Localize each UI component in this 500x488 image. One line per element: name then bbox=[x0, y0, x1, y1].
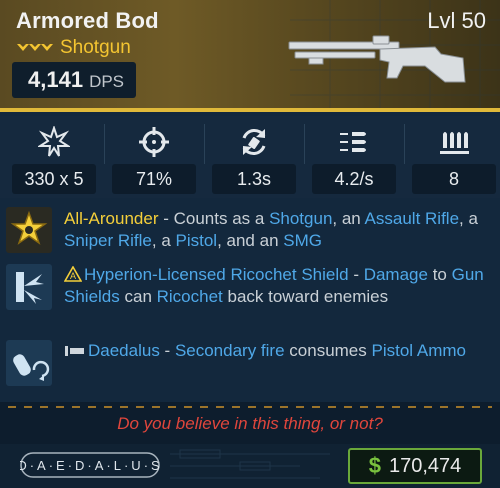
divider bbox=[304, 124, 305, 164]
chevrons-icon bbox=[17, 44, 53, 51]
divider bbox=[204, 124, 205, 164]
grenade-reload-icon bbox=[6, 340, 52, 386]
flavor-bar: Do you believe in this thing, or not? bbox=[0, 402, 500, 444]
manufacturer-logo: D·A·E·D·A·L·U·S bbox=[20, 452, 160, 478]
perk-keyword: Pistol Ammo bbox=[371, 341, 466, 360]
svg-text:A: A bbox=[70, 271, 76, 281]
perk-title: Daedalus bbox=[88, 341, 160, 360]
perk-text-segment: can bbox=[119, 287, 157, 306]
warning-triangle-icon: A bbox=[64, 266, 82, 282]
perk-keyword: Shotgun bbox=[269, 209, 333, 228]
perk-text-segment: , and an bbox=[217, 231, 284, 250]
perk-text-segment: back toward enemies bbox=[222, 287, 389, 306]
part-icon bbox=[65, 346, 84, 356]
reload-icon bbox=[242, 129, 266, 155]
weapon-type: Shotgun bbox=[60, 37, 131, 58]
perk-description: Daedalus - Secondary fire consumes Pisto… bbox=[64, 340, 484, 362]
crosshair-icon bbox=[139, 127, 169, 157]
perk-all-arounder: All-Arounder - Counts as a Shotgun, an A… bbox=[0, 204, 500, 258]
perk-text-segment: , a bbox=[459, 209, 478, 228]
stat-value: 71% bbox=[112, 164, 196, 194]
item-footer: D·A·E·D·A·L·U·S $ 170,474 bbox=[0, 444, 500, 488]
perk-text-segment: - bbox=[348, 265, 364, 284]
perk-text-segment: , an bbox=[332, 209, 365, 228]
stat-value: 8 bbox=[412, 164, 496, 194]
perk-keyword: Sniper Rifle bbox=[64, 231, 152, 250]
perk-keyword: Ricochet bbox=[156, 287, 223, 306]
svg-text:D·A·E·D·A·L·U·S: D·A·E·D·A·L·U·S bbox=[20, 458, 160, 473]
perks-list: All-Arounder - Counts as a Shotgun, an A… bbox=[0, 200, 500, 396]
perk-text-segment: - bbox=[159, 341, 175, 360]
perk-daedalus: Daedalus - Secondary fire consumes Pisto… bbox=[0, 338, 500, 392]
perk-text-segment: consumes bbox=[284, 341, 372, 360]
weapon-name: Armored Bod bbox=[16, 8, 159, 33]
price-box: $ 170,474 bbox=[348, 448, 482, 484]
perk-description: All-Arounder - Counts as a Shotgun, an A… bbox=[64, 208, 484, 252]
perk-keyword: SMG bbox=[283, 231, 322, 250]
perk-text-segment: , a bbox=[151, 231, 176, 250]
ammo-icon bbox=[440, 132, 469, 154]
stat-value: 330 x 5 bbox=[12, 164, 96, 194]
damage-burst-icon bbox=[38, 126, 70, 157]
weapon-level: Lvl 50 bbox=[427, 8, 486, 33]
perk-text-segment: - Counts as a bbox=[158, 209, 270, 228]
stats-row: 330 x 5 71% 1.3s 4.2/s 8 bbox=[0, 116, 500, 198]
star-shield-icon bbox=[6, 207, 52, 253]
stat-fire-rate: 4.2/s bbox=[308, 116, 400, 198]
ricochet-shield-icon bbox=[6, 264, 52, 310]
stat-value: 1.3s bbox=[212, 164, 296, 194]
divider bbox=[8, 406, 492, 408]
perk-keyword: Damage bbox=[363, 265, 428, 284]
stat-reload: 1.3s bbox=[208, 116, 300, 198]
perk-description: A Hyperion-Licensed Ricochet Shield - Da… bbox=[64, 264, 484, 308]
fire-rate-icon bbox=[340, 132, 366, 152]
flavor-text: Do you believe in this thing, or not? bbox=[117, 414, 383, 433]
stat-magazine: 8 bbox=[408, 116, 500, 198]
divider bbox=[104, 124, 105, 164]
dps-box: 4,141 DPS bbox=[12, 62, 136, 98]
perk-keyword: Secondary fire bbox=[174, 341, 285, 360]
rarity-row: Shotgun bbox=[16, 37, 131, 59]
price-value: 170,474 bbox=[388, 454, 462, 477]
shotgun-icon bbox=[288, 35, 466, 83]
perk-ricochet-shield: A Hyperion-Licensed Ricochet Shield - Da… bbox=[0, 262, 500, 334]
perk-title: Hyperion-Licensed Ricochet Shield bbox=[84, 265, 349, 284]
currency-icon: $ bbox=[368, 453, 381, 478]
perk-text-segment: to bbox=[427, 265, 452, 284]
item-header: Armored Bod Lvl 50 Shotgun 4,141 DPS bbox=[0, 0, 500, 112]
dps-value: 4,141 bbox=[28, 67, 84, 92]
perk-keyword: Assault Rifle bbox=[364, 209, 460, 228]
dps-label: DPS bbox=[89, 72, 125, 91]
stat-accuracy: 71% bbox=[108, 116, 200, 198]
perk-title: All-Arounder bbox=[64, 209, 159, 228]
perk-keyword: Pistol bbox=[175, 231, 218, 250]
stat-value: 4.2/s bbox=[312, 164, 396, 194]
divider bbox=[404, 124, 405, 164]
item-card: Armored Bod Lvl 50 Shotgun 4,141 DPS 330… bbox=[0, 0, 500, 488]
stat-damage: 330 x 5 bbox=[8, 116, 100, 198]
